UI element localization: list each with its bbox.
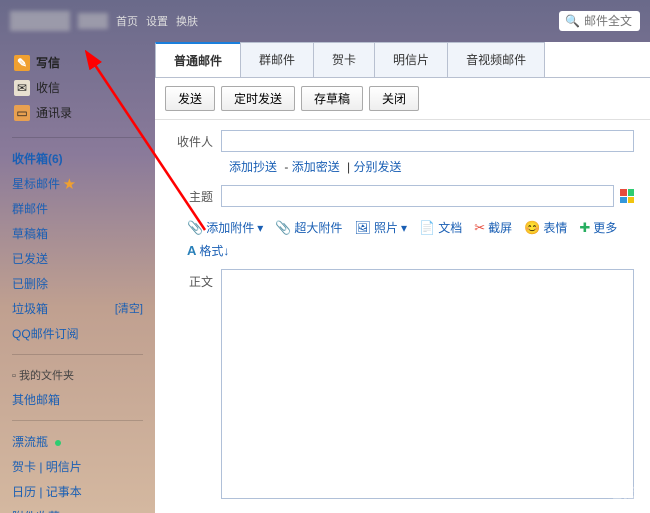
subject-input[interactable]	[221, 185, 614, 207]
insert-photo[interactable]: 🖼照片 ▾	[354, 219, 407, 236]
insert-doc[interactable]: 📄文档	[419, 219, 462, 236]
screenshot[interactable]: ✂截屏	[474, 219, 512, 236]
folder-sent[interactable]: 已发送	[12, 246, 143, 271]
paperclip-icon: 📎	[187, 220, 203, 236]
drift-dot-icon	[55, 440, 61, 446]
card-postcard[interactable]: 贺卡 | 明信片	[12, 454, 143, 479]
calendar-notes[interactable]: 日历 | 记事本	[12, 479, 143, 504]
doc-icon: 📄	[419, 220, 435, 236]
add-cc-link[interactable]: 添加抄送	[229, 160, 277, 174]
close-button[interactable]: 关闭	[369, 86, 419, 111]
search-icon: 🔍	[565, 14, 580, 28]
user-blur	[78, 13, 108, 29]
tab-normal[interactable]: 普通邮件	[155, 42, 241, 77]
folder-other-mail[interactable]: 其他邮箱	[12, 387, 143, 412]
more-options[interactable]: ✚更多	[579, 219, 617, 236]
save-draft-button[interactable]: 存草稿	[301, 86, 363, 111]
send-button[interactable]: 发送	[165, 86, 215, 111]
photo-icon: 🖼	[354, 220, 371, 236]
content-area: 普通邮件 群邮件 贺卡 明信片 音视频邮件 发送 定时发送 存草稿 关闭 收件人…	[155, 42, 650, 513]
sidebar: ✎ 写信 ✉ 收信 ▭ 通讯录 收件箱(6) 星标邮件 ★ 群邮件 草稿箱 已发…	[0, 42, 155, 513]
folder-drafts[interactable]: 草稿箱	[12, 221, 143, 246]
toplink-skin[interactable]: 换肤	[176, 13, 198, 29]
to-input[interactable]	[221, 130, 634, 152]
attach-collect[interactable]: 附件收藏	[12, 504, 143, 513]
folder-group[interactable]: 群邮件	[12, 196, 143, 221]
inbox-icon: ✉	[14, 80, 30, 96]
compose-toolbar: 发送 定时发送 存草稿 关闭	[155, 78, 650, 120]
format-toggle[interactable]: A格式↓	[187, 242, 229, 259]
logo-blur	[10, 11, 70, 31]
my-folders-label[interactable]: ▫ 我的文件夹	[12, 363, 143, 387]
folder-starred[interactable]: 星标邮件 ★	[12, 171, 143, 196]
scissors-icon: ✂	[474, 220, 485, 236]
nav-write[interactable]: ✎ 写信	[12, 50, 143, 75]
tab-card[interactable]: 贺卡	[313, 42, 375, 77]
tab-av[interactable]: 音视频邮件	[447, 42, 545, 77]
body-textarea[interactable]	[221, 269, 634, 499]
big-attach-icon: 📎	[275, 220, 291, 236]
big-attachment[interactable]: 📎超大附件	[275, 219, 342, 236]
search-box[interactable]: 🔍	[559, 11, 640, 31]
tab-group[interactable]: 群邮件	[240, 42, 314, 77]
drift-bottle[interactable]: 漂流瓶	[12, 429, 143, 454]
add-bcc-link[interactable]: 添加密送	[292, 160, 340, 174]
smile-icon: 😊	[524, 220, 540, 236]
search-input[interactable]	[584, 14, 634, 28]
folder-trash[interactable]: 垃圾箱[清空]	[12, 296, 143, 321]
nav-contacts[interactable]: ▭ 通讯录	[12, 100, 143, 125]
body-label: 正文	[171, 269, 221, 499]
folder-subscription[interactable]: QQ邮件订阅	[12, 321, 143, 346]
top-links: 首页 设置 换肤	[116, 13, 198, 29]
more-icon: ✚	[579, 220, 590, 236]
folder-inbox[interactable]: 收件箱(6)	[12, 146, 143, 171]
timed-send-button[interactable]: 定时发送	[221, 86, 295, 111]
theme-icon[interactable]	[620, 189, 634, 203]
add-attachment[interactable]: 📎添加附件 ▾	[187, 219, 263, 236]
format-icon: A	[187, 243, 196, 258]
to-label: 收件人	[171, 133, 221, 150]
empty-trash[interactable]: [清空]	[115, 300, 143, 317]
compose-tabs: 普通邮件 群邮件 贺卡 明信片 音视频邮件	[155, 42, 650, 78]
tab-postcard[interactable]: 明信片	[374, 42, 448, 77]
star-icon: ★	[63, 177, 75, 191]
folder-deleted[interactable]: 已删除	[12, 271, 143, 296]
split-send-link[interactable]: 分别发送	[354, 160, 402, 174]
contacts-icon: ▭	[14, 105, 30, 121]
toplink-settings[interactable]: 设置	[146, 13, 168, 29]
emotion[interactable]: 😊表情	[524, 219, 567, 236]
toplink-home[interactable]: 首页	[116, 13, 138, 29]
nav-receive[interactable]: ✉ 收信	[12, 75, 143, 100]
subject-label: 主题	[171, 188, 221, 205]
write-icon: ✎	[14, 55, 30, 71]
